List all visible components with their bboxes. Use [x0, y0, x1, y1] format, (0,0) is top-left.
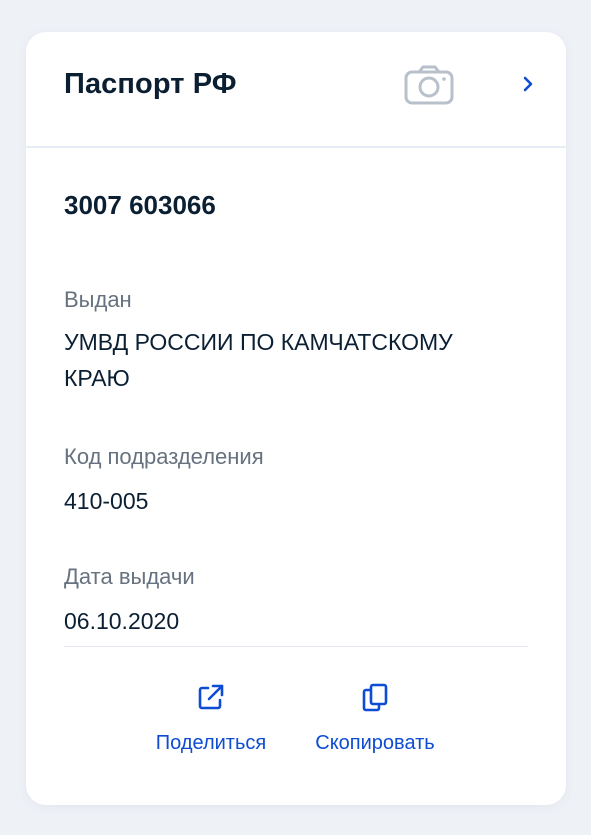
- copy-button-label: Скопировать: [315, 732, 435, 754]
- issued-by-value: УМВД РОССИИ ПО КАМЧАТСКОМУ КРАЮ: [64, 329, 453, 391]
- passport-card-header[interactable]: Паспорт РФ: [26, 32, 566, 148]
- share-button[interactable]: Поделиться: [146, 682, 276, 755]
- card-title: Паспорт РФ: [64, 68, 237, 100]
- issue-date-label: Дата выдачи: [64, 564, 195, 589]
- share-icon: [198, 684, 224, 710]
- divider: [64, 646, 528, 647]
- share-button-label: Поделиться: [155, 732, 267, 754]
- copy-button[interactable]: Скопировать: [306, 682, 444, 755]
- issued-by-label: Выдан: [64, 287, 132, 312]
- department-code-value: 410-005: [64, 488, 149, 514]
- passport-number: 3007 603066: [64, 190, 216, 220]
- passport-card: Паспорт РФ 3007 603066 Выдан УМВД РОССИИ…: [26, 32, 566, 805]
- chevron-right-icon[interactable]: [520, 75, 536, 93]
- issue-date-value: 06.10.2020: [64, 608, 180, 634]
- camera-icon[interactable]: [404, 65, 454, 105]
- department-code-label: Код подразделения: [64, 444, 264, 469]
- copy-icon: [362, 683, 388, 712]
